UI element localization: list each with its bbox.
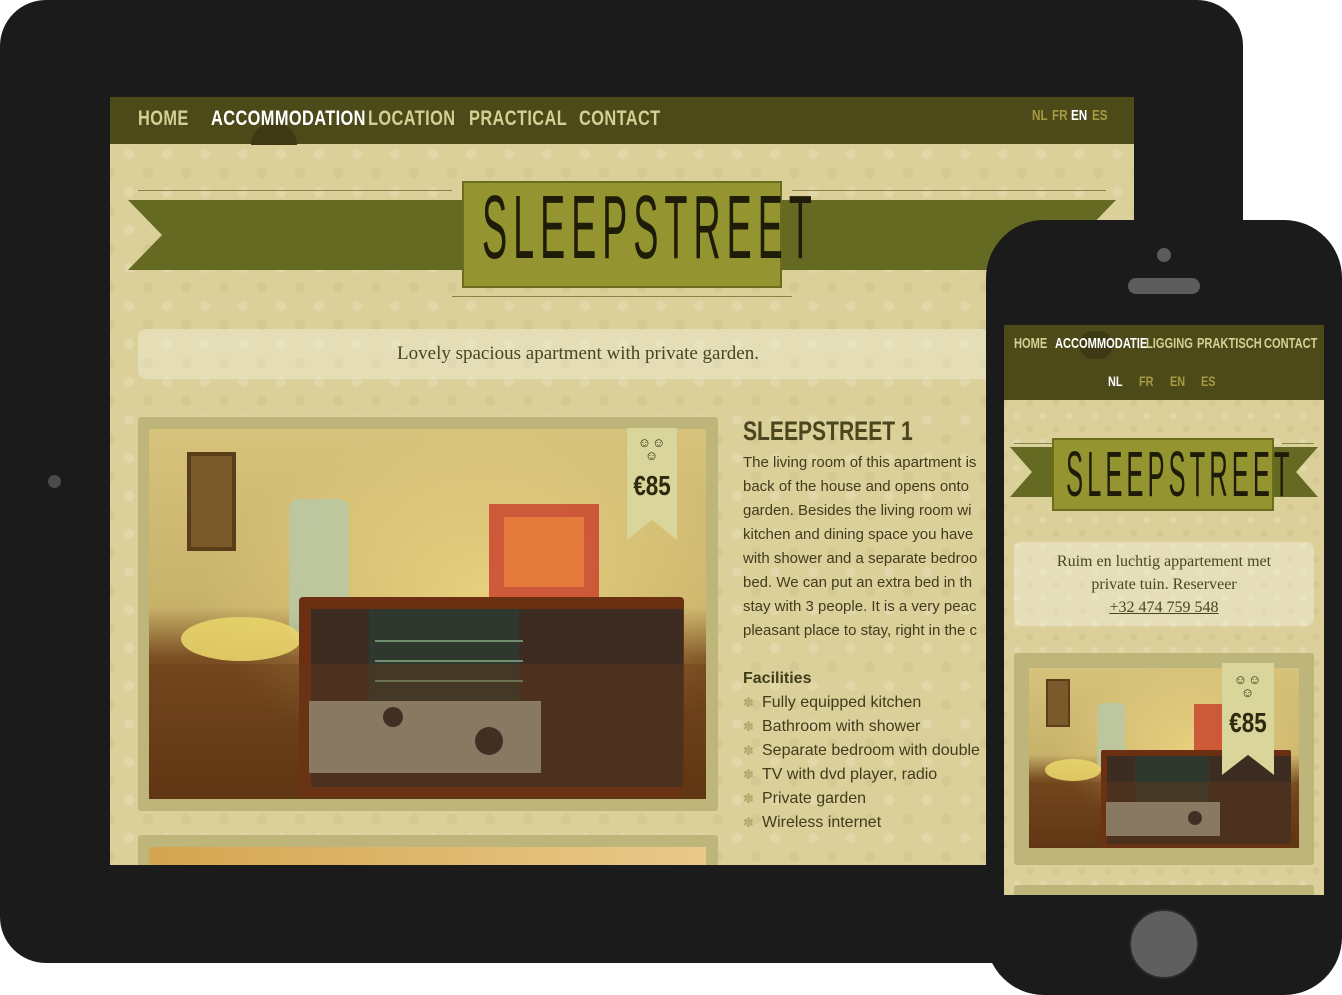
banner-rule-right bbox=[792, 190, 1106, 191]
tablet-camera bbox=[48, 475, 61, 488]
lang-es[interactable]: ES bbox=[1092, 97, 1108, 144]
facilities-list: ✽ Fully equipped kitchen ✽ Bathroom with s… bbox=[743, 691, 980, 835]
guests-icon: ☺☺ ☺ bbox=[637, 435, 667, 463]
nav-praktisch[interactable]: PRAKTISCH bbox=[1197, 335, 1262, 352]
description-line: The living room of this apartment is bbox=[743, 454, 977, 471]
lang-nl[interactable]: NL bbox=[1108, 373, 1123, 389]
nav-home[interactable]: HOME bbox=[138, 97, 189, 144]
nav-contact[interactable]: CONTACT bbox=[1264, 335, 1317, 352]
facilities-heading: Facilities bbox=[743, 670, 812, 687]
room-photo-2[interactable] bbox=[149, 847, 706, 865]
banner-rule-bottom bbox=[452, 296, 792, 297]
description-line: stay with 3 people. It is a very peac bbox=[743, 598, 977, 615]
description-line: garden. Besides the living room wi bbox=[743, 502, 972, 519]
flower-bullet-icon: ✽ bbox=[743, 815, 754, 830]
nav-accommodation[interactable]: ACCOMMODATION bbox=[211, 97, 366, 144]
nav-location[interactable]: LOCATION bbox=[368, 97, 455, 144]
list-item: ✽ Private garden bbox=[743, 787, 980, 811]
banner-rule-left bbox=[1014, 443, 1054, 444]
list-item: ✽ Fully equipped kitchen bbox=[743, 691, 980, 715]
phone-screen: HOME ACCOMMODATIE LIGGING PRAKTISCH CONT… bbox=[1004, 325, 1324, 895]
tagline: Ruim en luchtig appartement met private … bbox=[1014, 542, 1314, 626]
tablet-screen: HOME ACCOMMODATION LOCATION PRACTICAL CO… bbox=[110, 97, 1134, 865]
tablet-nav-bar: HOME ACCOMMODATION LOCATION PRACTICAL CO… bbox=[110, 97, 1134, 145]
room-title: SLEEPSTREET 1 bbox=[743, 416, 913, 446]
guests-icon: ☺☺ ☺ bbox=[1233, 672, 1263, 700]
phone-speaker bbox=[1128, 278, 1200, 294]
phone-nav-bar: HOME ACCOMMODATIE LIGGING PRAKTISCH CONT… bbox=[1004, 325, 1324, 400]
lang-fr[interactable]: FR bbox=[1052, 97, 1068, 144]
price-amount: €85 bbox=[1229, 707, 1267, 738]
description-line: pleasant place to stay, right in the c bbox=[743, 622, 978, 639]
room-photo[interactable] bbox=[149, 429, 706, 799]
room-description: The living room of this apartment is bac… bbox=[743, 451, 977, 643]
nav-contact[interactable]: CONTACT bbox=[579, 97, 661, 144]
phone-device: HOME ACCOMMODATIE LIGGING PRAKTISCH CONT… bbox=[986, 220, 1342, 995]
description-line: bed. We can put an extra bed in th bbox=[743, 574, 973, 591]
nav-ligging[interactable]: LIGGING bbox=[1146, 335, 1193, 352]
list-item: ✽ Separate bedroom with double bbox=[743, 739, 980, 763]
photo-frame-2 bbox=[1014, 885, 1314, 895]
phone-number-link[interactable]: +32 474 759 548 bbox=[1109, 599, 1218, 616]
flower-bullet-icon: ✽ bbox=[743, 695, 754, 710]
lang-fr[interactable]: FR bbox=[1139, 373, 1154, 389]
lang-es[interactable]: ES bbox=[1201, 373, 1216, 389]
banner-rule-left bbox=[138, 190, 452, 191]
nav-accommodatie[interactable]: ACCOMMODATIE bbox=[1055, 335, 1147, 352]
tagline-line: private tuin. Reserveer bbox=[1091, 576, 1237, 593]
lang-en[interactable]: EN bbox=[1170, 373, 1185, 389]
description-line: kitchen and dining space you have bbox=[743, 526, 974, 543]
lang-en[interactable]: EN bbox=[1071, 97, 1087, 144]
lang-nl[interactable]: NL bbox=[1032, 97, 1048, 144]
phone-camera bbox=[1157, 248, 1171, 262]
site-logo[interactable]: SLEEPSTREET bbox=[1066, 437, 1294, 511]
list-item: ✽ TV with dvd player, radio bbox=[743, 763, 980, 787]
ribbon-left bbox=[128, 200, 468, 270]
site-logo[interactable]: SLEEPSTREET bbox=[482, 177, 818, 280]
flower-bullet-icon: ✽ bbox=[743, 767, 754, 782]
tagline-line: Ruim en luchtig appartement met bbox=[1056, 553, 1272, 570]
description-line: back of the house and opens onto bbox=[743, 478, 970, 495]
flower-bullet-icon: ✽ bbox=[743, 791, 754, 806]
tagline: Lovely spacious apartment with private g… bbox=[138, 329, 1018, 379]
description-line: with shower and a separate bedroo bbox=[743, 550, 978, 567]
list-item: ✽ Wireless internet bbox=[743, 811, 980, 835]
flower-bullet-icon: ✽ bbox=[743, 719, 754, 734]
flower-bullet-icon: ✽ bbox=[743, 743, 754, 758]
radio-illustration bbox=[149, 452, 706, 799]
nav-home[interactable]: HOME bbox=[1014, 335, 1047, 352]
list-item: ✽ Bathroom with shower bbox=[743, 715, 980, 739]
nav-practical[interactable]: PRACTICAL bbox=[469, 97, 567, 144]
price-amount: €85 bbox=[633, 470, 671, 501]
home-button[interactable] bbox=[1129, 909, 1199, 979]
